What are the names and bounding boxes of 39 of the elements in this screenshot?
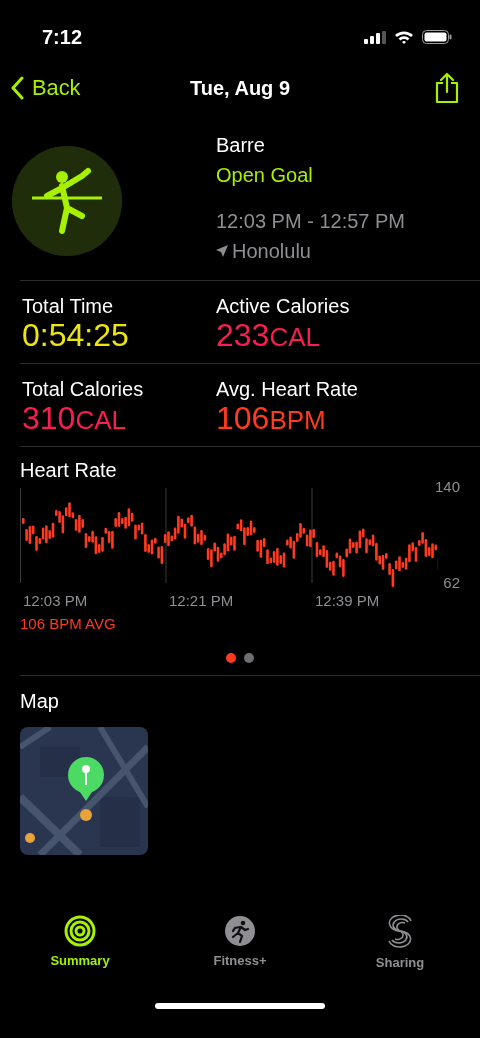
rings-icon xyxy=(64,915,96,948)
metric-value: 0:54:25 xyxy=(22,318,130,354)
metric-value: 233CAL xyxy=(216,318,321,354)
location-arrow-icon xyxy=(216,245,228,257)
tab-bar-item[interactable]: Sharing xyxy=(340,915,460,973)
workout-name: Barre xyxy=(216,133,266,158)
tab-bar-item[interactable]: Summary xyxy=(20,915,140,973)
metric-label: Total Calories xyxy=(22,378,145,402)
page-indicator-dot[interactable] xyxy=(226,653,236,664)
axis-label: 12:21 PM xyxy=(168,591,235,612)
axis-label: 12:39 PM xyxy=(314,591,381,612)
axis-label: 140 xyxy=(434,477,460,498)
metric-value: 310CAL xyxy=(22,401,127,437)
page-title: Tue, Aug 9 xyxy=(190,76,290,101)
workout-goal: Open Goal xyxy=(216,163,314,188)
sharing-icon xyxy=(387,915,413,950)
heart-rate-bar xyxy=(22,518,25,525)
tab-bar-item[interactable]: Fitness+ xyxy=(180,915,300,973)
battery-icon xyxy=(422,30,452,44)
axis-label: 62 xyxy=(443,572,460,593)
section-title: Heart Rate xyxy=(20,459,118,483)
time-range: 12:03 PM - 12:57 PM xyxy=(216,209,405,234)
metric-value: 106BPM xyxy=(216,401,327,437)
metric-label: Avg. Heart Rate xyxy=(216,378,359,402)
status-time: 7:12 xyxy=(42,25,83,50)
metric-label: Total Time xyxy=(22,295,115,318)
page-indicator-dot[interactable] xyxy=(244,653,254,664)
axis-label: 12:03 PM xyxy=(22,591,89,612)
runner-icon xyxy=(224,915,256,948)
back-button[interactable]: Back xyxy=(10,71,81,105)
average-heart-rate: 106 BPM AVG xyxy=(20,613,117,634)
section-title: Map xyxy=(20,690,60,714)
signal-icon xyxy=(364,30,386,44)
location: Honolulu xyxy=(232,239,311,264)
wifi-icon xyxy=(394,30,414,44)
back-chevron-icon xyxy=(10,76,24,100)
share-icon[interactable] xyxy=(434,72,460,104)
metric-label: Active Calories xyxy=(216,295,351,318)
barre-dancer-icon xyxy=(12,146,122,256)
